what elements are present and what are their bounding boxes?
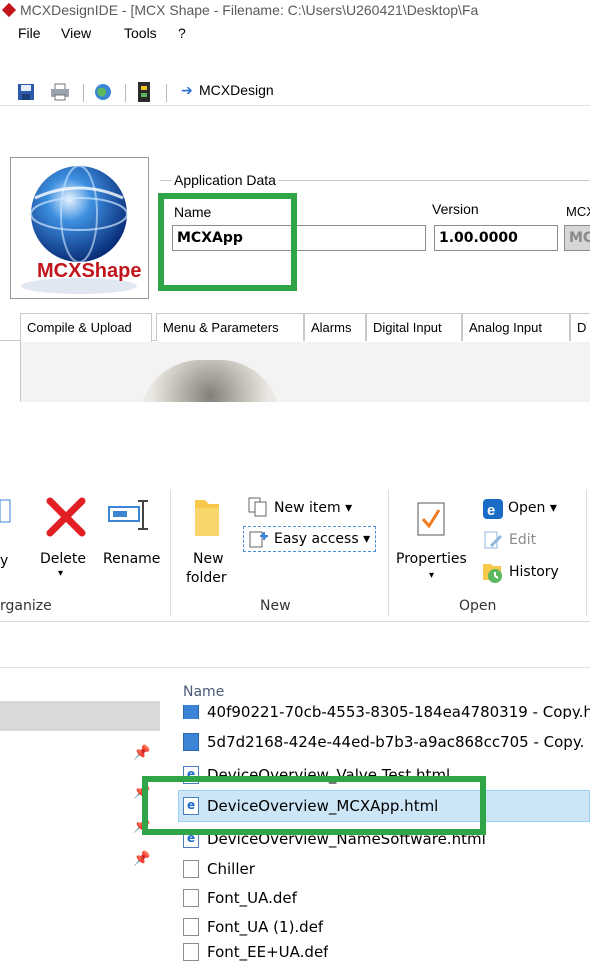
chevron-down-icon[interactable]: ▾	[429, 570, 434, 581]
open-button[interactable]: Open ▾	[508, 500, 557, 516]
new-folder-label-1[interactable]: New	[193, 551, 224, 567]
nav-pane-selected-row[interactable]	[0, 701, 160, 731]
image-icon	[183, 705, 199, 719]
toolbar-separator	[125, 84, 126, 102]
file-name: Font_EE+UA.def	[207, 943, 329, 961]
edit-button[interactable]: Edit	[509, 532, 536, 548]
ribbon-divider	[170, 490, 171, 616]
list-item[interactable]: 40f90221-70cb-4553-8305-184ea4780319 - C…	[183, 705, 590, 719]
web-icon[interactable]	[93, 82, 113, 102]
file-icon	[183, 860, 199, 878]
list-item[interactable]: Font_EE+UA.def	[183, 943, 328, 963]
print-icon[interactable]	[50, 83, 70, 101]
list-item[interactable]: Font_UA (1).def	[183, 914, 323, 940]
image-icon	[183, 733, 199, 751]
title-bar: MCXDesignIDE - [MCX Shape - Filename: C:…	[0, 0, 590, 22]
new-folder-icon[interactable]	[193, 498, 223, 538]
tab-compile-upload[interactable]: Compile & Upload	[20, 313, 152, 342]
tab-menu-parameters[interactable]: Menu & Parameters	[156, 313, 304, 341]
tab-digital-input[interactable]: Digital Input	[366, 313, 462, 341]
ribbon-divider	[586, 490, 587, 616]
file-name: Chiller	[207, 860, 255, 878]
edit-icon[interactable]	[483, 530, 503, 550]
list-item[interactable]: 5d7d2168-424e-44ed-b7b3-a9ac868cc705 - C…	[183, 729, 584, 755]
ribbon-divider	[388, 490, 389, 616]
version-label: Version	[432, 201, 479, 217]
app-icon	[1, 2, 17, 18]
easy-access-icon	[249, 531, 268, 548]
logo-text: MCXShape	[37, 260, 142, 282]
file-name: Font_UA.def	[207, 889, 297, 907]
list-item[interactable]: Chiller	[183, 856, 255, 882]
chevron-down-icon[interactable]: ▾	[58, 568, 63, 579]
tab-analog-input[interactable]: Analog Input	[462, 313, 570, 341]
list-item[interactable]: Font_UA.def	[183, 885, 297, 911]
rename-icon[interactable]	[107, 497, 153, 535]
mcx-label: MCX	[566, 204, 590, 219]
toolbar-separator	[166, 84, 167, 102]
name-highlight-box	[158, 193, 297, 291]
menu-view[interactable]: View	[61, 25, 91, 41]
menu-help[interactable]: ?	[178, 25, 186, 41]
organize-group-label: rganize	[0, 598, 52, 614]
pin-icon[interactable]: 📌	[133, 850, 150, 867]
arrow-right-icon: ➔	[181, 82, 193, 98]
history-icon[interactable]	[481, 562, 505, 584]
history-button[interactable]: History	[509, 564, 559, 580]
delete-button[interactable]: Delete	[40, 551, 86, 567]
application-data-legend: Application Data	[172, 172, 278, 188]
mcx-input[interactable]: MC	[564, 225, 590, 251]
mcxdesign-link[interactable]: MCXDesign	[199, 82, 274, 98]
svg-text:e: e	[487, 502, 495, 519]
tab-alarms[interactable]: Alarms	[304, 313, 366, 341]
file-name: 40f90221-70cb-4553-8305-184ea4780319 - C…	[207, 705, 590, 719]
rename-button[interactable]: Rename	[103, 551, 160, 567]
pin-icon[interactable]: 📌	[133, 744, 150, 761]
file-name: Font_UA (1).def	[207, 918, 324, 936]
new-item-icon[interactable]	[248, 497, 268, 517]
file-highlight-box	[142, 776, 486, 835]
file-name: 5d7d2168-424e-44ed-b7b3-a9ac868cc705 - C…	[207, 733, 585, 751]
tab-content	[20, 342, 590, 402]
toolbar-separator	[83, 84, 84, 102]
toolbar: ➔ MCXDesign	[0, 76, 590, 106]
device-icon[interactable]	[137, 81, 151, 103]
tab-strip: Compile & Upload Menu & Parameters Alarm…	[0, 313, 590, 342]
tab-more[interactable]: D	[570, 313, 590, 341]
file-icon	[183, 918, 199, 936]
cut-label[interactable]: y	[0, 553, 8, 569]
new-folder-label-2[interactable]: folder	[186, 570, 227, 586]
new-item-button[interactable]: New item ▾	[274, 500, 352, 516]
save-icon[interactable]	[17, 83, 35, 101]
version-input[interactable]: 1.00.0000	[434, 225, 558, 251]
menu-bar: File View Tools ?	[0, 22, 590, 46]
window-title: MCXDesignIDE - [MCX Shape - Filename: C:…	[20, 2, 479, 18]
properties-icon[interactable]	[416, 497, 446, 537]
new-group-label: New	[260, 598, 291, 614]
delete-icon[interactable]	[46, 497, 86, 537]
open-group-label: Open	[459, 598, 497, 614]
column-header-name[interactable]: Name	[183, 684, 224, 700]
easy-access-label: Easy access ▾	[274, 531, 371, 547]
mcxshape-logo: MCXShape	[10, 157, 149, 299]
address-bar[interactable]	[0, 622, 590, 668]
open-icon[interactable]: e	[482, 498, 504, 520]
file-icon	[183, 943, 199, 961]
clipboard-icon[interactable]	[0, 496, 12, 526]
file-icon	[183, 889, 199, 907]
properties-button[interactable]: Properties	[396, 551, 467, 567]
menu-tools[interactable]: Tools	[124, 25, 157, 41]
screenshot-gap	[0, 402, 590, 472]
menu-file[interactable]: File	[18, 25, 41, 41]
